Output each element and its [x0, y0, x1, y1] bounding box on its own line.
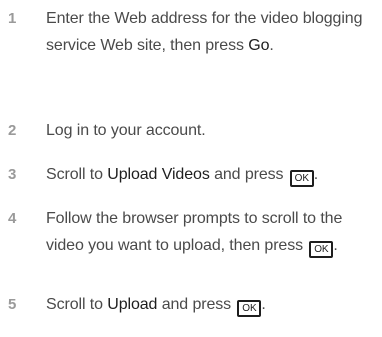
step-text: Scroll to Upload Videos and press OK.: [46, 161, 376, 188]
step-number: 5: [8, 296, 17, 313]
upload-videos-label: Upload Videos: [107, 166, 210, 183]
step-text-part: Follow the browser prompts to scroll to …: [46, 210, 343, 254]
upload-label: Upload: [107, 296, 158, 313]
step-number: 2: [8, 122, 17, 139]
step-text-part: and press: [209, 166, 288, 183]
step-number: 3: [8, 166, 17, 183]
step-text-part: .: [261, 296, 266, 313]
step-number: 1: [8, 10, 17, 27]
step-number: 4: [8, 210, 17, 227]
step-text-part: .: [333, 237, 338, 254]
step-text-part: Scroll to: [46, 296, 108, 313]
step-text: Enter the Web address for the video blog…: [46, 5, 376, 59]
step-text: Scroll to Upload and press OK.: [46, 291, 376, 318]
step-text-part: Scroll to: [46, 166, 108, 183]
ok-key-icon: OK: [289, 170, 314, 187]
step-text-part: Enter the Web address for the video blog…: [46, 10, 363, 54]
instruction-steps: 1 Enter the Web address for the video bl…: [0, 0, 382, 337]
go-key-label: Go: [248, 37, 270, 54]
ok-key-icon: OK: [309, 241, 334, 258]
step-text-part: .: [269, 37, 274, 54]
ok-key-icon: OK: [237, 300, 262, 317]
step-text-part: and press: [157, 296, 236, 313]
step-text-part: .: [313, 166, 319, 183]
step-text-part: Log in to your account.: [46, 122, 206, 139]
step-text: Follow the browser prompts to scroll to …: [46, 205, 376, 259]
step-text: Log in to your account.: [46, 117, 376, 144]
